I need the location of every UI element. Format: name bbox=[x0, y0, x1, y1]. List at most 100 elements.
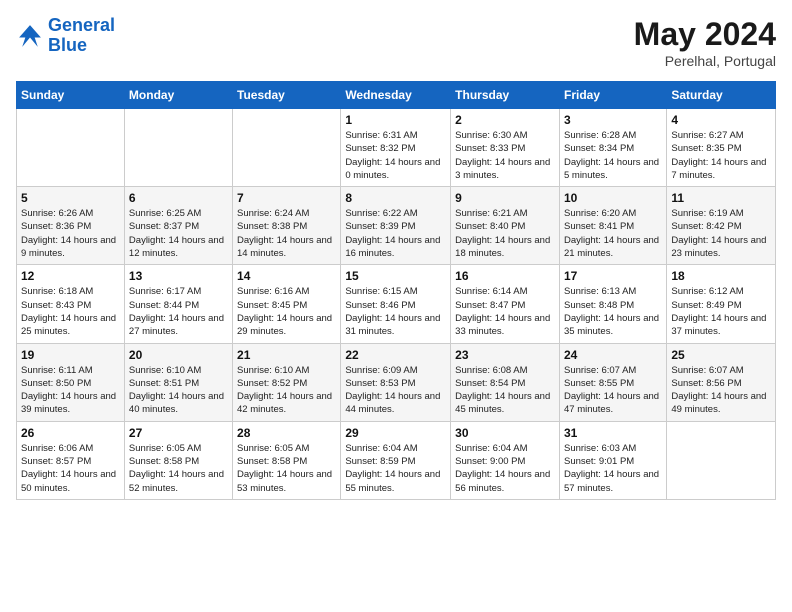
day-info: Sunrise: 6:12 AMSunset: 8:49 PMDaylight:… bbox=[671, 285, 771, 338]
day-info: Sunrise: 6:25 AMSunset: 8:37 PMDaylight:… bbox=[129, 207, 228, 260]
calendar-day-cell: 19 Sunrise: 6:11 AMSunset: 8:50 PMDayligh… bbox=[17, 343, 125, 421]
day-info: Sunrise: 6:10 AMSunset: 8:52 PMDaylight:… bbox=[237, 364, 336, 417]
day-number: 12 bbox=[21, 269, 120, 283]
day-info: Sunrise: 6:07 AMSunset: 8:56 PMDaylight:… bbox=[671, 364, 771, 417]
day-number: 11 bbox=[671, 191, 771, 205]
page-header: General Blue May 2024 Perelhal, Portugal bbox=[16, 16, 776, 69]
weekday-header-cell: Thursday bbox=[451, 82, 560, 109]
calendar-day-cell: 20 Sunrise: 6:10 AMSunset: 8:51 PMDayligh… bbox=[124, 343, 232, 421]
day-info: Sunrise: 6:30 AMSunset: 8:33 PMDaylight:… bbox=[455, 129, 555, 182]
day-info: Sunrise: 6:24 AMSunset: 8:38 PMDaylight:… bbox=[237, 207, 336, 260]
day-number: 6 bbox=[129, 191, 228, 205]
calendar-day-cell: 1 Sunrise: 6:31 AMSunset: 8:32 PMDaylight… bbox=[341, 109, 451, 187]
day-info: Sunrise: 6:21 AMSunset: 8:40 PMDaylight:… bbox=[455, 207, 555, 260]
day-number: 19 bbox=[21, 348, 120, 362]
day-info: Sunrise: 6:15 AMSunset: 8:46 PMDaylight:… bbox=[345, 285, 446, 338]
day-number: 24 bbox=[564, 348, 662, 362]
location-subtitle: Perelhal, Portugal bbox=[634, 53, 776, 69]
day-info: Sunrise: 6:03 AMSunset: 9:01 PMDaylight:… bbox=[564, 442, 662, 495]
weekday-header-row: SundayMondayTuesdayWednesdayThursdayFrid… bbox=[17, 82, 776, 109]
calendar-day-cell: 2 Sunrise: 6:30 AMSunset: 8:33 PMDaylight… bbox=[451, 109, 560, 187]
day-info: Sunrise: 6:17 AMSunset: 8:44 PMDaylight:… bbox=[129, 285, 228, 338]
calendar-day-cell: 29 Sunrise: 6:04 AMSunset: 8:59 PMDayligh… bbox=[341, 421, 451, 499]
calendar-day-cell: 6 Sunrise: 6:25 AMSunset: 8:37 PMDaylight… bbox=[124, 187, 232, 265]
calendar-day-cell bbox=[17, 109, 125, 187]
day-info: Sunrise: 6:19 AMSunset: 8:42 PMDaylight:… bbox=[671, 207, 771, 260]
calendar-week-row: 19 Sunrise: 6:11 AMSunset: 8:50 PMDayligh… bbox=[17, 343, 776, 421]
day-number: 20 bbox=[129, 348, 228, 362]
day-info: Sunrise: 6:27 AMSunset: 8:35 PMDaylight:… bbox=[671, 129, 771, 182]
day-info: Sunrise: 6:28 AMSunset: 8:34 PMDaylight:… bbox=[564, 129, 662, 182]
day-number: 14 bbox=[237, 269, 336, 283]
day-number: 2 bbox=[455, 113, 555, 127]
day-info: Sunrise: 6:05 AMSunset: 8:58 PMDaylight:… bbox=[237, 442, 336, 495]
day-info: Sunrise: 6:05 AMSunset: 8:58 PMDaylight:… bbox=[129, 442, 228, 495]
day-info: Sunrise: 6:13 AMSunset: 8:48 PMDaylight:… bbox=[564, 285, 662, 338]
day-number: 13 bbox=[129, 269, 228, 283]
calendar-day-cell: 18 Sunrise: 6:12 AMSunset: 8:49 PMDayligh… bbox=[667, 265, 776, 343]
calendar-day-cell: 21Sunrise: 6:10 AMSunset: 8:52 PMDayligh… bbox=[233, 343, 341, 421]
logo-text: General Blue bbox=[48, 16, 115, 56]
weekday-header-cell: Tuesday bbox=[233, 82, 341, 109]
logo-icon bbox=[16, 22, 44, 50]
day-number: 17 bbox=[564, 269, 662, 283]
calendar-day-cell: 22 Sunrise: 6:09 AMSunset: 8:53 PMDayligh… bbox=[341, 343, 451, 421]
calendar-table: SundayMondayTuesdayWednesdayThursdayFrid… bbox=[16, 81, 776, 500]
calendar-day-cell: 23 Sunrise: 6:08 AMSunset: 8:54 PMDayligh… bbox=[451, 343, 560, 421]
calendar-day-cell: 17 Sunrise: 6:13 AMSunset: 8:48 PMDayligh… bbox=[559, 265, 666, 343]
calendar-week-row: 12 Sunrise: 6:18 AMSunset: 8:43 PMDayligh… bbox=[17, 265, 776, 343]
day-info: Sunrise: 6:09 AMSunset: 8:53 PMDaylight:… bbox=[345, 364, 446, 417]
day-number: 25 bbox=[671, 348, 771, 362]
calendar-week-row: 5Sunrise: 6:26 AMSunset: 8:36 PMDaylight… bbox=[17, 187, 776, 265]
calendar-day-cell: 8 Sunrise: 6:22 AMSunset: 8:39 PMDaylight… bbox=[341, 187, 451, 265]
weekday-header-cell: Monday bbox=[124, 82, 232, 109]
title-block: May 2024 Perelhal, Portugal bbox=[634, 16, 776, 69]
weekday-header-cell: Sunday bbox=[17, 82, 125, 109]
day-info: Sunrise: 6:06 AMSunset: 8:57 PMDaylight:… bbox=[21, 442, 120, 495]
day-number: 28 bbox=[237, 426, 336, 440]
calendar-day-cell: 27 Sunrise: 6:05 AMSunset: 8:58 PMDayligh… bbox=[124, 421, 232, 499]
day-number: 3 bbox=[564, 113, 662, 127]
day-number: 16 bbox=[455, 269, 555, 283]
day-number: 31 bbox=[564, 426, 662, 440]
day-number: 23 bbox=[455, 348, 555, 362]
day-info: Sunrise: 6:31 AMSunset: 8:32 PMDaylight:… bbox=[345, 129, 446, 182]
day-info: Sunrise: 6:07 AMSunset: 8:55 PMDaylight:… bbox=[564, 364, 662, 417]
calendar-day-cell: 9Sunrise: 6:21 AMSunset: 8:40 PMDaylight… bbox=[451, 187, 560, 265]
calendar-day-cell: 11 Sunrise: 6:19 AMSunset: 8:42 PMDayligh… bbox=[667, 187, 776, 265]
day-info: Sunrise: 6:11 AMSunset: 8:50 PMDaylight:… bbox=[21, 364, 120, 417]
calendar-body: 1 Sunrise: 6:31 AMSunset: 8:32 PMDaylight… bbox=[17, 109, 776, 500]
calendar-week-row: 26Sunrise: 6:06 AMSunset: 8:57 PMDayligh… bbox=[17, 421, 776, 499]
day-number: 1 bbox=[345, 113, 446, 127]
day-number: 27 bbox=[129, 426, 228, 440]
day-info: Sunrise: 6:04 AMSunset: 8:59 PMDaylight:… bbox=[345, 442, 446, 495]
calendar-day-cell: 31 Sunrise: 6:03 AMSunset: 9:01 PMDayligh… bbox=[559, 421, 666, 499]
calendar-day-cell: 3 Sunrise: 6:28 AMSunset: 8:34 PMDaylight… bbox=[559, 109, 666, 187]
day-info: Sunrise: 6:22 AMSunset: 8:39 PMDaylight:… bbox=[345, 207, 446, 260]
calendar-day-cell: 4 Sunrise: 6:27 AMSunset: 8:35 PMDaylight… bbox=[667, 109, 776, 187]
calendar-day-cell: 5Sunrise: 6:26 AMSunset: 8:36 PMDaylight… bbox=[17, 187, 125, 265]
day-info: Sunrise: 6:08 AMSunset: 8:54 PMDaylight:… bbox=[455, 364, 555, 417]
day-number: 18 bbox=[671, 269, 771, 283]
day-number: 29 bbox=[345, 426, 446, 440]
day-info: Sunrise: 6:20 AMSunset: 8:41 PMDaylight:… bbox=[564, 207, 662, 260]
day-number: 30 bbox=[455, 426, 555, 440]
day-number: 7 bbox=[237, 191, 336, 205]
day-info: Sunrise: 6:14 AMSunset: 8:47 PMDaylight:… bbox=[455, 285, 555, 338]
calendar-day-cell: 10Sunrise: 6:20 AMSunset: 8:41 PMDayligh… bbox=[559, 187, 666, 265]
logo-general: General bbox=[48, 15, 115, 35]
calendar-day-cell: 14Sunrise: 6:16 AMSunset: 8:45 PMDayligh… bbox=[233, 265, 341, 343]
day-number: 22 bbox=[345, 348, 446, 362]
month-title: May 2024 bbox=[634, 16, 776, 53]
calendar-day-cell: 28 Sunrise: 6:05 AMSunset: 8:58 PMDayligh… bbox=[233, 421, 341, 499]
day-info: Sunrise: 6:10 AMSunset: 8:51 PMDaylight:… bbox=[129, 364, 228, 417]
day-number: 15 bbox=[345, 269, 446, 283]
logo: General Blue bbox=[16, 16, 115, 56]
day-info: Sunrise: 6:18 AMSunset: 8:43 PMDaylight:… bbox=[21, 285, 120, 338]
day-number: 8 bbox=[345, 191, 446, 205]
calendar-day-cell: 13 Sunrise: 6:17 AMSunset: 8:44 PMDayligh… bbox=[124, 265, 232, 343]
day-number: 4 bbox=[671, 113, 771, 127]
calendar-day-cell: 7 Sunrise: 6:24 AMSunset: 8:38 PMDaylight… bbox=[233, 187, 341, 265]
calendar-day-cell bbox=[124, 109, 232, 187]
weekday-header-cell: Friday bbox=[559, 82, 666, 109]
